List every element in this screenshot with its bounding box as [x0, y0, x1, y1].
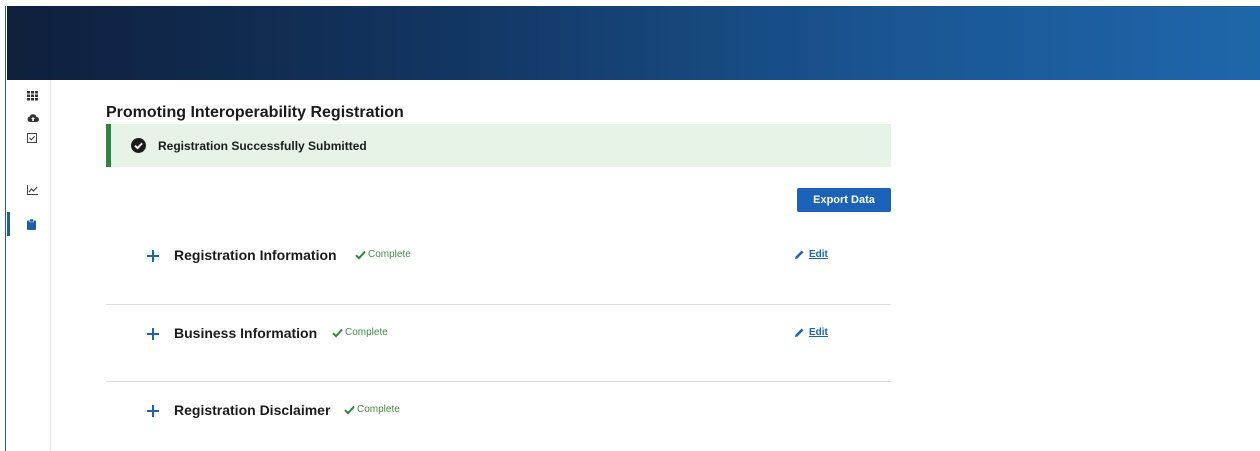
edit-label: Edit — [809, 327, 828, 338]
success-alert: Registration Successfully Submitted — [106, 124, 891, 167]
side-navigation — [7, 80, 51, 451]
nav-item-tasks[interactable] — [7, 126, 51, 150]
nav-item-dashboard[interactable] — [7, 84, 51, 108]
status-label: Complete — [368, 249, 411, 260]
page-title: Promoting Interoperability Registration — [106, 104, 404, 121]
window-left-border — [0, 6, 6, 451]
check-circle-icon — [131, 138, 146, 153]
alert-message: Registration Successfully Submitted — [158, 138, 367, 153]
status-label: Complete — [357, 404, 400, 415]
checkmark-icon — [332, 328, 343, 338]
clipboard-icon — [27, 218, 36, 230]
edit-link[interactable]: Edit — [795, 327, 828, 338]
section-title: Registration Disclaimer — [174, 402, 331, 418]
checkbox-icon — [27, 133, 37, 143]
section-divider — [106, 381, 891, 382]
cloud-upload-icon — [27, 114, 39, 122]
edit-link[interactable]: Edit — [795, 249, 828, 260]
expand-plus-icon[interactable] — [147, 405, 159, 417]
expand-plus-icon[interactable] — [147, 250, 159, 262]
grid-icon — [27, 91, 38, 101]
edit-label: Edit — [809, 249, 828, 260]
section-title: Business Information — [174, 325, 318, 341]
nav-item-analytics[interactable] — [7, 178, 51, 202]
status-complete: Complete — [344, 404, 400, 415]
checkmark-icon — [344, 405, 355, 415]
expand-plus-icon[interactable] — [147, 328, 159, 340]
section-title: Registration Information — [174, 247, 337, 263]
top-header-banner — [7, 6, 1260, 80]
status-label: Complete — [345, 327, 388, 338]
checkmark-icon — [355, 250, 366, 260]
status-complete: Complete — [332, 327, 388, 338]
chart-icon — [27, 185, 38, 195]
export-data-button[interactable]: Export Data — [797, 188, 891, 212]
section-divider — [106, 304, 891, 305]
pencil-icon — [795, 250, 804, 259]
pencil-icon — [795, 328, 804, 337]
status-complete: Complete — [355, 249, 411, 260]
nav-item-registration[interactable] — [7, 212, 51, 236]
